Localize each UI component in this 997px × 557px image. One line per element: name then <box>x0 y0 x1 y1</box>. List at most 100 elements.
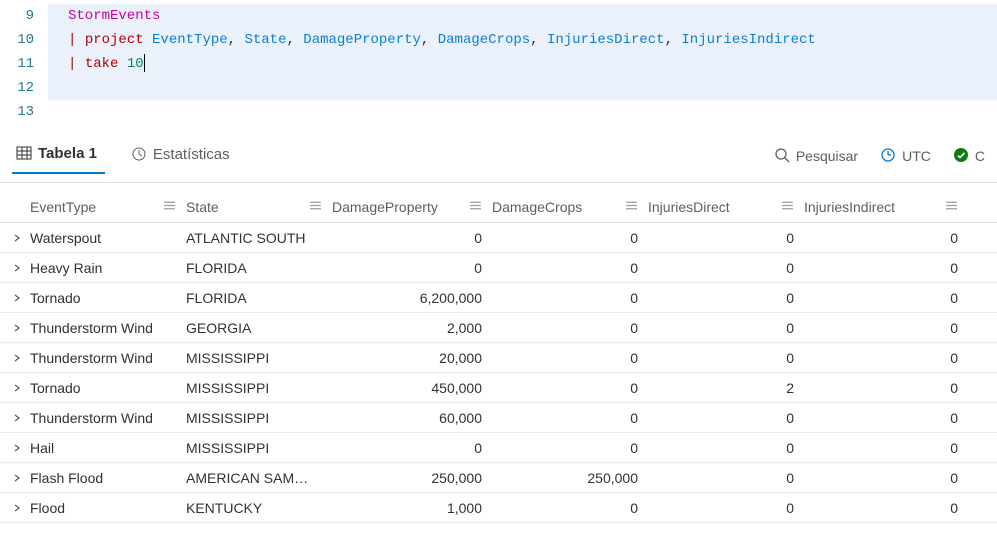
expand-row-button[interactable] <box>4 383 30 393</box>
code-line[interactable]: 9 StormEvents <box>0 4 997 28</box>
code-line[interactable]: 11 | take 10 <box>0 52 997 76</box>
cell-eventtype: Flood <box>30 500 186 516</box>
expand-row-button[interactable] <box>4 413 30 423</box>
status-label: C <box>975 148 985 164</box>
cell-damagecrops: 0 <box>492 260 648 276</box>
cell-damagecrops: 0 <box>492 290 648 306</box>
cell-damageproperty: 60,000 <box>332 410 492 426</box>
token-comma: , <box>665 32 673 48</box>
cell-injuriesdirect: 0 <box>648 410 804 426</box>
expand-row-button[interactable] <box>4 503 30 513</box>
cell-state: MISSISSIPPI <box>186 440 332 456</box>
token-table: StormEvents <box>68 8 160 24</box>
col-header-state[interactable]: State <box>186 199 332 215</box>
table-row[interactable]: Thunderstorm WindMISSISSIPPI20,000000 <box>0 343 997 373</box>
stats-icon <box>131 146 147 162</box>
cell-eventtype: Hail <box>30 440 186 456</box>
expand-row-button[interactable] <box>4 473 30 483</box>
cell-damageproperty: 6,200,000 <box>332 290 492 306</box>
col-header-damagecrops[interactable]: DamageCrops <box>492 199 648 215</box>
grid-header-row: EventType State DamageProperty DamageCro… <box>0 191 997 223</box>
col-header-injuriesindirect[interactable]: InjuriesIndirect <box>804 199 968 215</box>
expand-row-button[interactable] <box>4 263 30 273</box>
clock-icon <box>880 147 896 166</box>
code-text[interactable]: | take 10 <box>48 52 997 76</box>
cell-damageproperty: 1,000 <box>332 500 492 516</box>
cell-injuriesindirect: 0 <box>804 380 968 396</box>
token-ident: InjuriesDirect <box>547 32 665 48</box>
cell-injuriesindirect: 0 <box>804 470 968 486</box>
status-indicator[interactable]: C <box>953 147 985 166</box>
cell-injuriesdirect: 0 <box>648 230 804 246</box>
col-label: EventType <box>30 199 96 215</box>
cell-injuriesindirect: 0 <box>804 260 968 276</box>
results-grid: EventType State DamageProperty DamageCro… <box>0 191 997 523</box>
tab-label: Tabela 1 <box>38 145 97 162</box>
cell-injuriesindirect: 0 <box>804 350 968 366</box>
column-menu-icon[interactable] <box>625 199 638 215</box>
code-text[interactable]: | project EventType, State, DamageProper… <box>48 28 997 52</box>
code-text[interactable] <box>48 100 997 124</box>
cell-eventtype: Tornado <box>30 290 186 306</box>
table-row[interactable]: HailMISSISSIPPI0000 <box>0 433 997 463</box>
expand-row-button[interactable] <box>4 293 30 303</box>
expand-row-button[interactable] <box>4 233 30 243</box>
token-comma: , <box>286 32 294 48</box>
expand-row-button[interactable] <box>4 323 30 333</box>
table-row[interactable]: TornadoFLORIDA6,200,000000 <box>0 283 997 313</box>
query-editor[interactable]: 9 StormEvents 10 | project EventType, St… <box>0 0 997 124</box>
cell-damageproperty: 250,000 <box>332 470 492 486</box>
cell-state: MISSISSIPPI <box>186 380 332 396</box>
tab-statistics[interactable]: Estatísticas <box>127 146 238 173</box>
cell-injuriesindirect: 0 <box>804 230 968 246</box>
column-menu-icon[interactable] <box>945 199 958 215</box>
col-header-injuriesdirect[interactable]: InjuriesDirect <box>648 199 804 215</box>
cell-eventtype: Thunderstorm Wind <box>30 350 186 366</box>
table-row[interactable]: FloodKENTUCKY1,000000 <box>0 493 997 523</box>
cell-damagecrops: 0 <box>492 380 648 396</box>
cell-state: GEORGIA <box>186 320 332 336</box>
code-line[interactable]: 13 <box>0 100 997 124</box>
table-row[interactable]: WaterspoutATLANTIC SOUTH0000 <box>0 223 997 253</box>
code-text[interactable] <box>48 76 997 100</box>
column-menu-icon[interactable] <box>781 199 794 215</box>
cell-damagecrops: 0 <box>492 440 648 456</box>
utc-toggle[interactable]: UTC <box>880 147 931 166</box>
line-number: 12 <box>0 76 48 100</box>
col-header-eventtype[interactable]: EventType <box>30 199 186 215</box>
cell-state: FLORIDA <box>186 260 332 276</box>
utc-label: UTC <box>902 148 931 164</box>
column-menu-icon[interactable] <box>469 199 482 215</box>
code-line[interactable]: 10 | project EventType, State, DamagePro… <box>0 28 997 52</box>
column-menu-icon[interactable] <box>309 199 322 215</box>
table-row[interactable]: Thunderstorm WindMISSISSIPPI60,000000 <box>0 403 997 433</box>
code-text[interactable]: StormEvents <box>48 4 997 28</box>
token-comma: , <box>530 32 538 48</box>
col-label: DamageCrops <box>492 199 582 215</box>
divider <box>0 182 997 183</box>
cell-damagecrops: 0 <box>492 500 648 516</box>
column-menu-icon[interactable] <box>163 199 176 215</box>
table-row[interactable]: TornadoMISSISSIPPI450,000020 <box>0 373 997 403</box>
table-row[interactable]: Thunderstorm WindGEORGIA2,000000 <box>0 313 997 343</box>
cell-eventtype: Heavy Rain <box>30 260 186 276</box>
cell-damagecrops: 250,000 <box>492 470 648 486</box>
token-keyword: project <box>85 32 144 48</box>
code-line[interactable]: 12 <box>0 76 997 100</box>
tab-table1[interactable]: Tabela 1 <box>12 145 105 174</box>
expand-row-button[interactable] <box>4 443 30 453</box>
line-number: 13 <box>0 100 48 124</box>
expand-row-button[interactable] <box>4 353 30 363</box>
cell-injuriesindirect: 0 <box>804 320 968 336</box>
cell-state: KENTUCKY <box>186 500 332 516</box>
cell-eventtype: Flash Flood <box>30 470 186 486</box>
cell-state: MISSISSIPPI <box>186 350 332 366</box>
col-header-damageproperty[interactable]: DamageProperty <box>332 199 492 215</box>
search-button[interactable]: Pesquisar <box>774 147 858 166</box>
results-toolbar: Tabela 1 Estatísticas Pesquisar UTC C <box>0 138 997 180</box>
table-row[interactable]: Heavy RainFLORIDA0000 <box>0 253 997 283</box>
cell-injuriesdirect: 0 <box>648 500 804 516</box>
token-ident: DamageProperty <box>303 32 421 48</box>
cell-state: FLORIDA <box>186 290 332 306</box>
table-row[interactable]: Flash FloodAMERICAN SAM…250,000250,00000 <box>0 463 997 493</box>
